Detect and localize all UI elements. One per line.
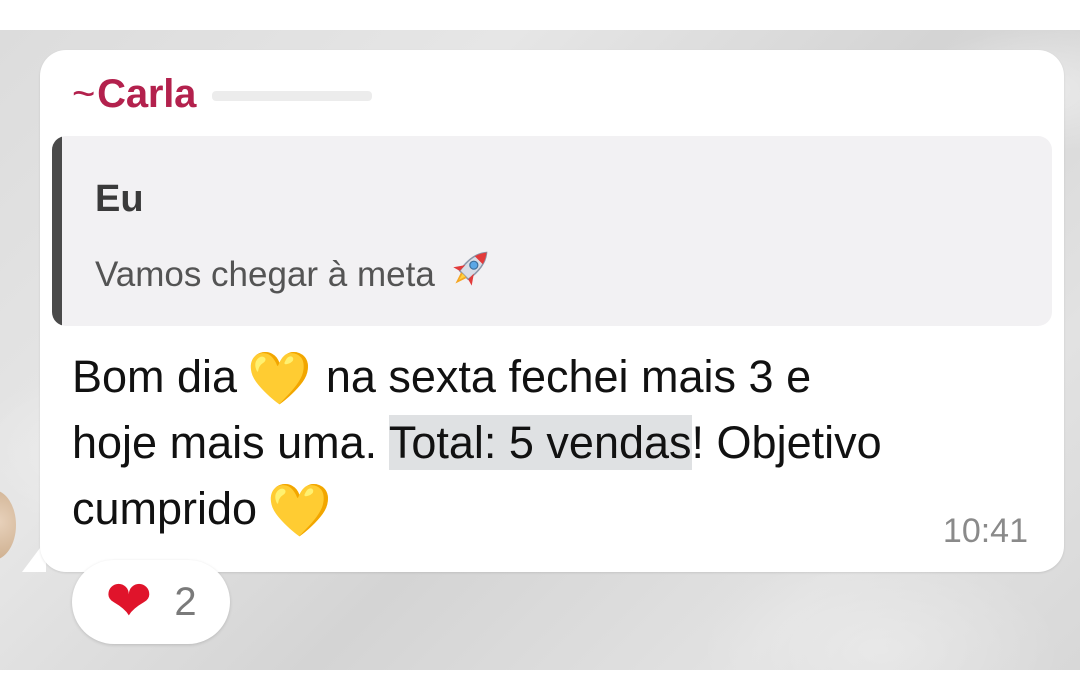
quoted-author: Eu (95, 178, 144, 220)
message-text-part: Bom dia (72, 351, 238, 402)
message-text-part: hoje mais uma. (72, 417, 389, 468)
sender-prefix: ~ (72, 72, 96, 116)
message-line-1: Bom dia 💛 na sexta fechei mais 3 e (72, 344, 1042, 410)
message-text-part: cumprido (72, 483, 258, 534)
message-line-3: cumprido 💛 (72, 476, 1042, 542)
quoted-text-row: Vamos chegar à meta (95, 242, 497, 295)
highlighted-text[interactable]: Total: 5 vendas (388, 415, 692, 470)
message-text-part: na sexta fechei mais 3 e (325, 351, 812, 402)
message-text[interactable]: Bom dia 💛 na sexta fechei mais 3 e hoje ma… (72, 344, 1042, 542)
red-heart-icon: ❤ (105, 569, 153, 634)
sender-name[interactable]: ~Carla (72, 72, 373, 117)
quoted-message[interactable]: Eu Vamos chegar à meta (52, 136, 1052, 326)
rocket-icon (445, 251, 497, 294)
sender-label: Carla (97, 72, 197, 116)
redacted-phone (212, 91, 373, 102)
quote-bar (52, 136, 62, 326)
quoted-text: Vamos chegar à meta (95, 255, 435, 294)
message-line-2: hoje mais uma. Total: 5 vendas! Objetivo (72, 410, 1042, 476)
reaction-pill[interactable]: ❤ 2 (72, 560, 230, 644)
yellow-heart-icon: 💛 (267, 481, 332, 541)
reaction-count: 2 (174, 579, 197, 624)
message-bubble[interactable]: ~Carla Eu Vamos chegar à meta Bom dia 💛 … (40, 50, 1064, 572)
message-text-part: ! Objetivo (691, 417, 882, 468)
yellow-heart-icon: 💛 (247, 349, 312, 409)
message-timestamp: 10:41 (942, 512, 1028, 550)
